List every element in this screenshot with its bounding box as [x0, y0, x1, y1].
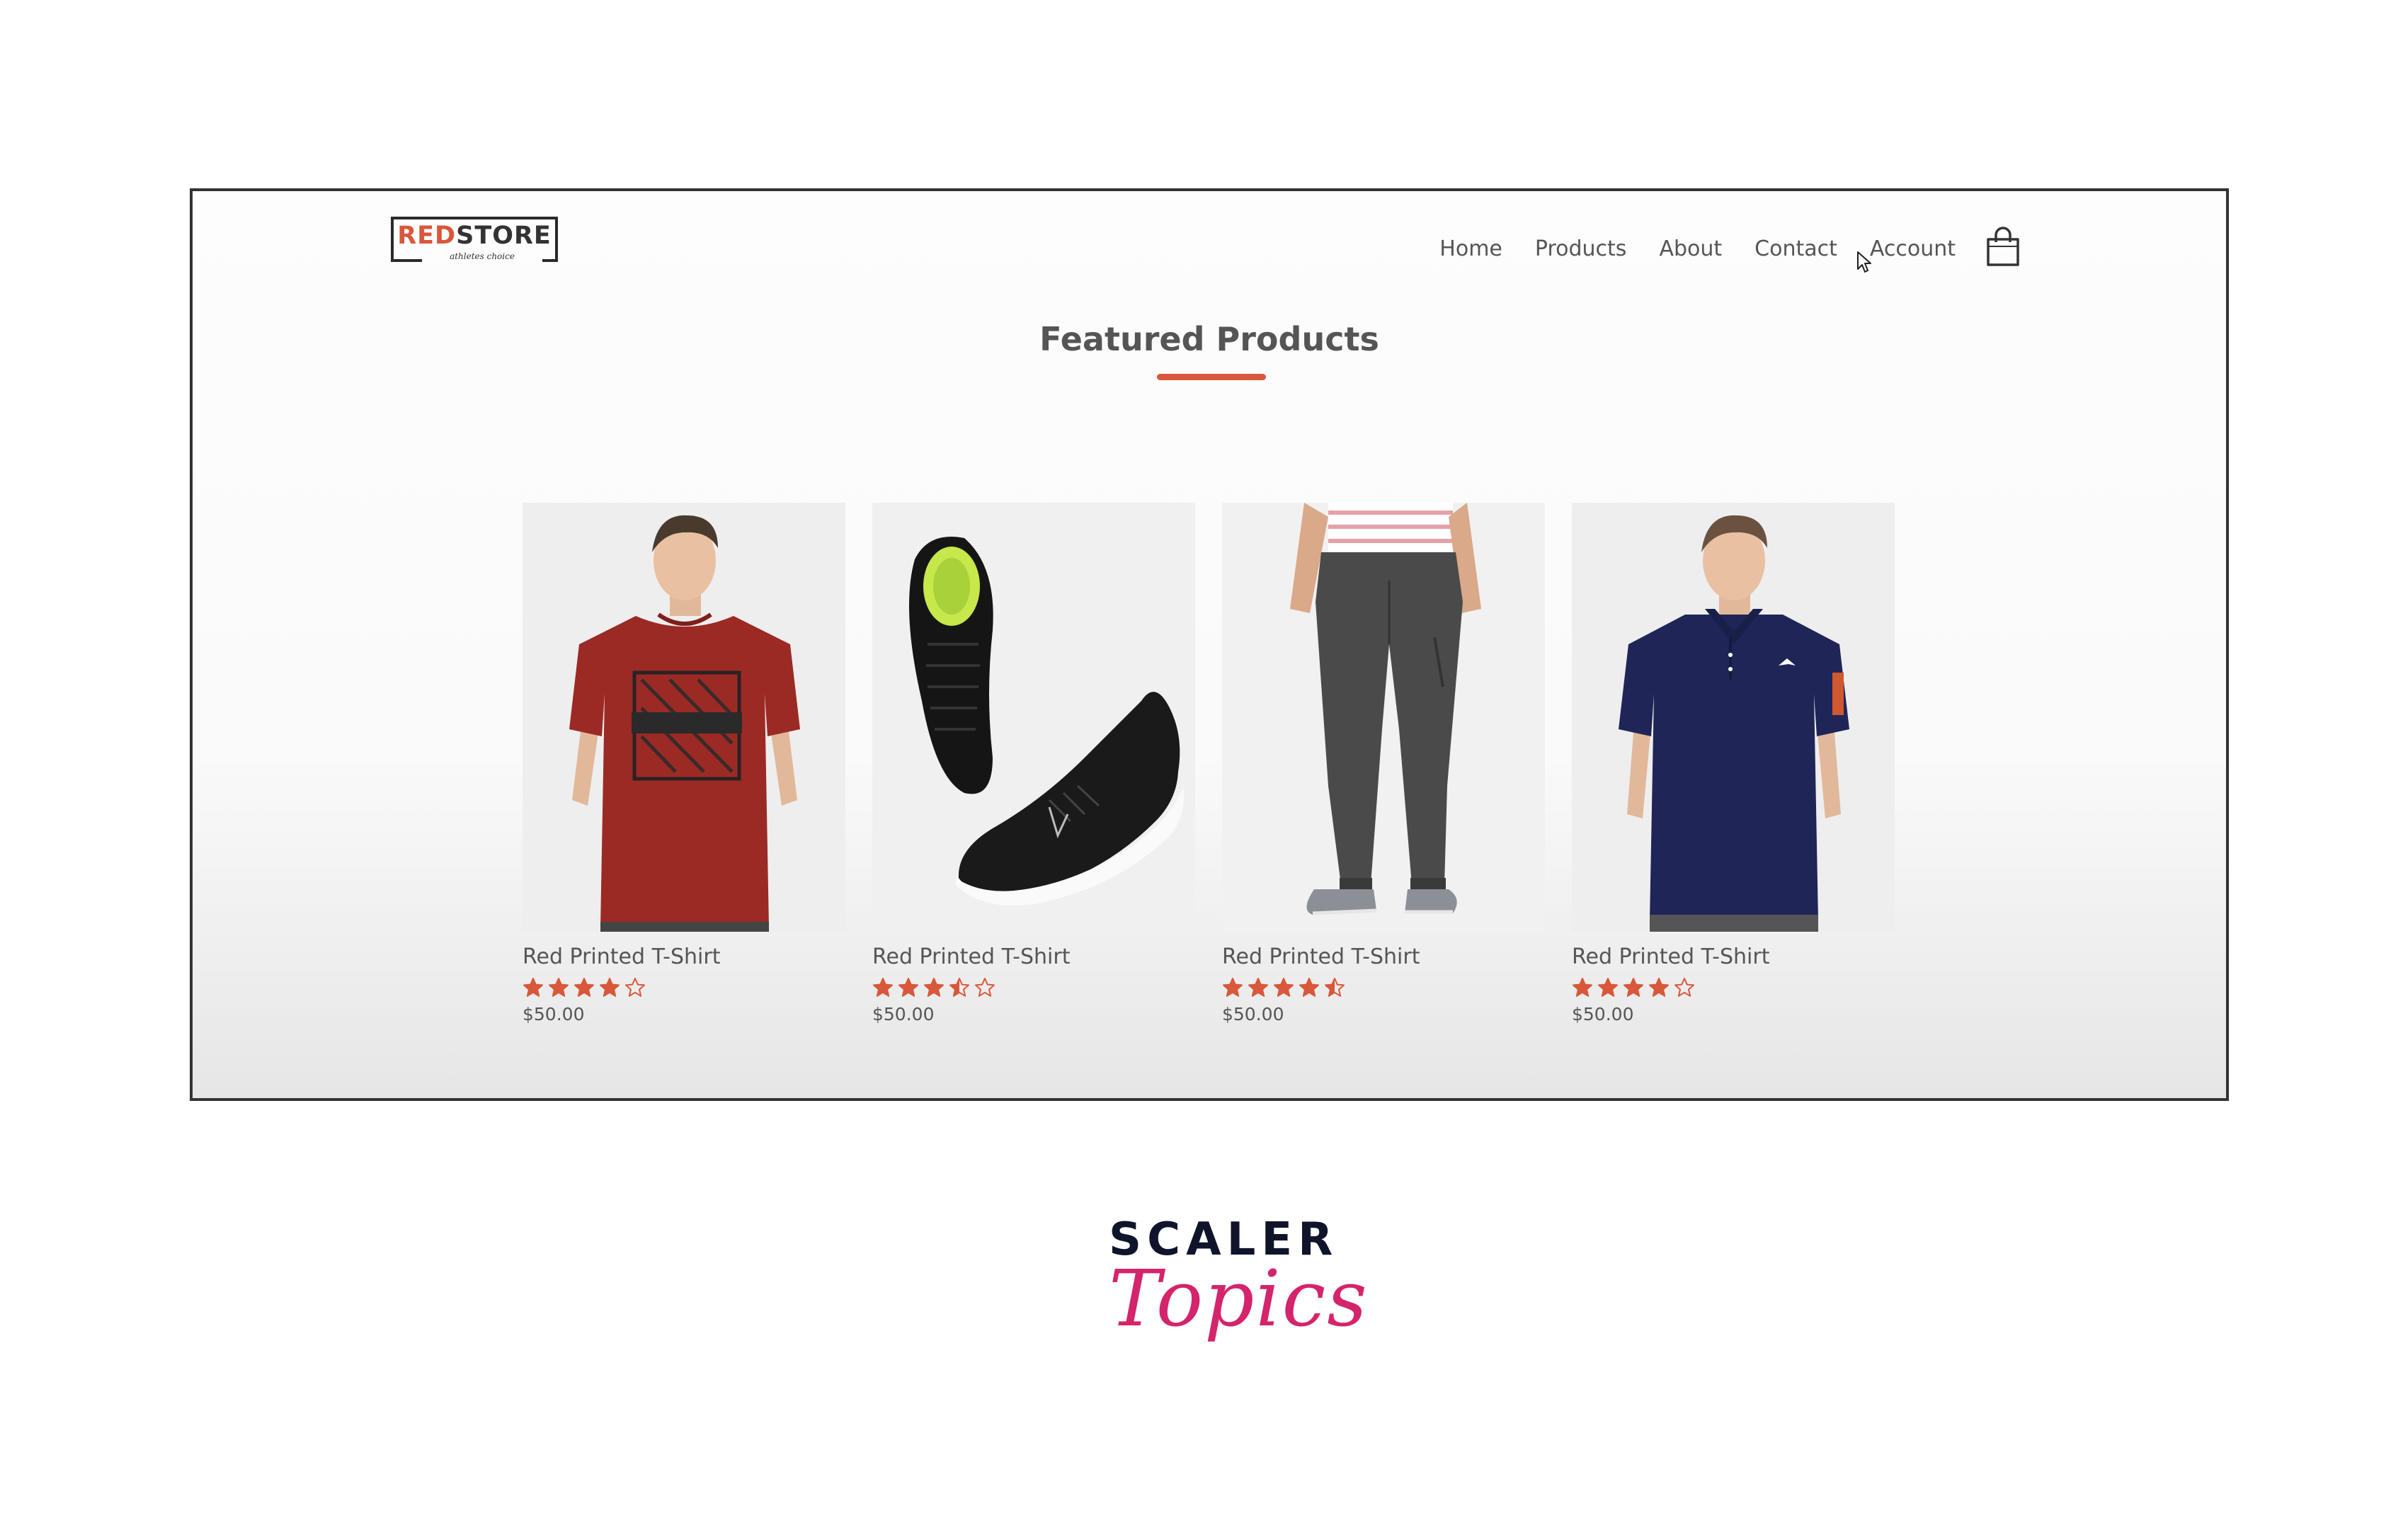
rating-stars [872, 976, 1195, 1000]
star-full-icon [1649, 978, 1669, 997]
star-full-icon [873, 978, 893, 997]
product-price: $50.00 [1222, 1004, 1284, 1024]
logo-wordmark: REDSTORE [397, 222, 552, 250]
star-full-icon [523, 978, 543, 997]
star-full-icon [1223, 978, 1243, 997]
nav-products[interactable]: Products [1535, 236, 1627, 261]
logo-tagline: athletes choice [422, 251, 542, 262]
nav-about[interactable]: About [1659, 236, 1722, 261]
star-half-icon [1325, 978, 1345, 997]
star-full-icon [1248, 978, 1268, 997]
product-card[interactable]: Red Printed T-Shirt $50.00 [1222, 503, 1545, 1024]
product-image-red-tshirt[interactable] [523, 503, 845, 932]
product-price: $50.00 [1572, 1004, 1634, 1024]
star-full-icon [924, 978, 944, 997]
product-card[interactable]: Red Printed T-Shirt $50.00 [872, 503, 1195, 1024]
nav-account[interactable]: Account [1870, 236, 1956, 261]
star-full-icon [1624, 978, 1643, 997]
rating-stars [1572, 976, 1895, 1000]
rating-stars [1222, 976, 1545, 1000]
nav-home[interactable]: Home [1439, 236, 1502, 261]
star-full-icon [1598, 978, 1618, 997]
scaler-topics-logo: SCALER Topics [1109, 1214, 1369, 1344]
product-card[interactable]: Red Printed T-Shirt $50.00 [1572, 503, 1895, 1024]
star-empty-icon [625, 978, 645, 997]
title-underline [1157, 374, 1266, 380]
product-price: $50.00 [523, 1004, 585, 1024]
product-image-navy-polo[interactable] [1572, 503, 1895, 932]
product-image-grey-joggers[interactable] [1222, 503, 1545, 932]
star-full-icon [600, 978, 620, 997]
mouse-cursor-icon [1857, 251, 1871, 273]
star-full-icon [549, 978, 569, 997]
star-empty-icon [975, 978, 995, 997]
product-grid: Red Printed T-Shirt $50.00 Red Printed T… [523, 503, 1922, 1024]
product-name[interactable]: Red Printed T-Shirt [1222, 944, 1545, 970]
product-name[interactable]: Red Printed T-Shirt [872, 944, 1195, 970]
star-full-icon [1299, 978, 1319, 997]
nav-contact[interactable]: Contact [1754, 236, 1837, 261]
star-half-icon [949, 978, 969, 997]
main-nav: Home Products About Contact Account [1407, 227, 2021, 269]
product-name[interactable]: Red Printed T-Shirt [1572, 944, 1895, 970]
star-full-icon [574, 978, 594, 997]
redstore-logo[interactable]: REDSTORE athletes choice [391, 217, 558, 262]
section-title: Featured Products [1039, 320, 1379, 358]
star-full-icon [1274, 978, 1294, 997]
topics-wordmark: Topics [1109, 1253, 1369, 1344]
star-full-icon [1573, 978, 1592, 997]
product-name[interactable]: Red Printed T-Shirt [523, 944, 845, 970]
star-empty-icon [1674, 978, 1694, 997]
star-full-icon [898, 978, 918, 997]
product-price: $50.00 [872, 1004, 935, 1024]
product-image-black-sneakers[interactable] [872, 503, 1195, 932]
browser-viewport: REDSTORE athletes choice Home Products A… [190, 188, 2229, 1101]
rating-stars [523, 976, 845, 1000]
shopping-bag-icon[interactable] [1985, 227, 2021, 268]
product-card[interactable]: Red Printed T-Shirt $50.00 [523, 503, 845, 1024]
